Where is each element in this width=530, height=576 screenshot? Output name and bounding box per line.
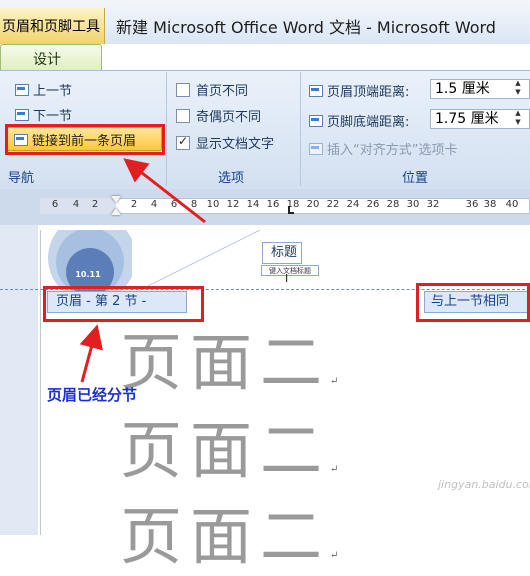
paragraph-mark-icon: ↵: [330, 550, 347, 561]
annotation-caption: 页眉已经分节: [47, 386, 138, 404]
watermark: jingyan.baidu.com: [438, 478, 530, 491]
annotation-arrows: [79, 158, 206, 383]
